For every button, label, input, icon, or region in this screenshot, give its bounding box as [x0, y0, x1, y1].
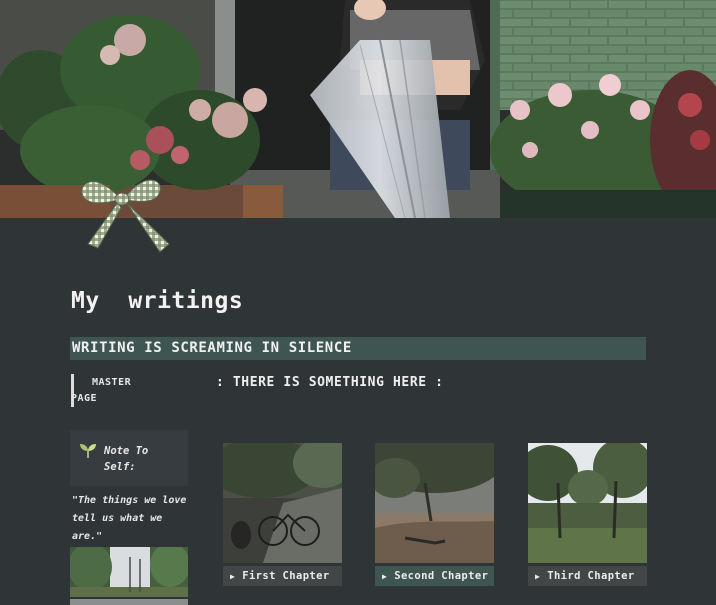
- chapter-label[interactable]: ▶ Third Chapter: [528, 566, 647, 586]
- callout-text: Note To Self:: [104, 445, 149, 473]
- chapter-label[interactable]: ▶ Second Chapter: [375, 566, 494, 586]
- chapter-title: Second Chapter: [394, 570, 489, 582]
- chapter-thumbnail: [528, 443, 647, 563]
- master-page-link[interactable]: MASTER PAGE: [71, 375, 161, 407]
- photo-divider: [70, 599, 188, 605]
- quote-text: "The things we love tell us what we are.…: [72, 495, 187, 542]
- triangle-right-icon: ▶: [382, 572, 388, 581]
- gingham-bow-icon: [81, 179, 170, 253]
- chapter-thumbnail: [375, 443, 494, 563]
- leaf-sprout-icon: [80, 444, 96, 458]
- triangle-right-icon: ▶: [230, 572, 236, 581]
- chapter-label[interactable]: ▶ First Chapter: [223, 566, 342, 586]
- chapter-card-first[interactable]: ▶ First Chapter: [223, 443, 342, 586]
- chapter-card-third[interactable]: ▶ Third Chapter: [528, 443, 647, 586]
- chapter-title: First Chapter: [242, 570, 330, 582]
- note-callout: Note To Self:: [70, 430, 188, 486]
- subheading: : THERE IS SOMETHING HERE :: [216, 375, 444, 390]
- chapter-card-second[interactable]: ▶ Second Chapter: [375, 443, 494, 586]
- small-photo: [70, 547, 188, 597]
- triangle-right-icon: ▶: [535, 572, 541, 581]
- chapter-thumbnail: [223, 443, 342, 563]
- chapter-title: Third Chapter: [547, 570, 635, 582]
- page-title: My writings: [71, 288, 244, 314]
- section-banner: WRITING IS SCREAMING IN SILENCE: [70, 337, 646, 360]
